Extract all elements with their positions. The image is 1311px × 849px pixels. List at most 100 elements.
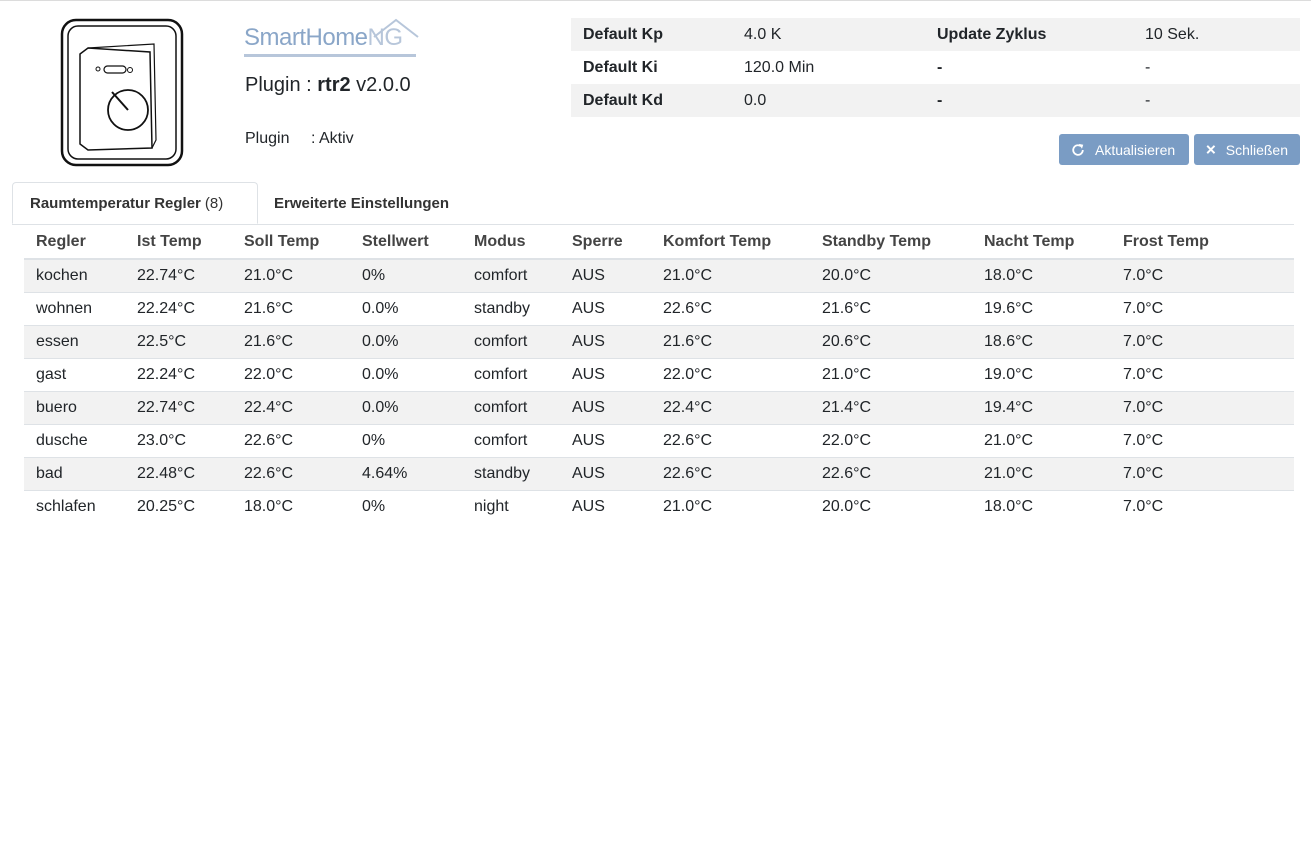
table-cell: 18.0°C (232, 490, 350, 523)
table-cell: 23.0°C (125, 424, 232, 458)
column-header[interactable]: Standby Temp (810, 225, 972, 260)
column-header[interactable]: Frost Temp (1111, 225, 1294, 260)
brand-main: SmartHome (244, 24, 368, 51)
table-cell: AUS (560, 457, 651, 491)
table-cell: comfort (462, 391, 560, 425)
table-row: kochen 22.74°C 21.0°C 0% comfort AUS 21.0°C 20.… (24, 259, 1294, 293)
column-header[interactable]: Stellwert (350, 225, 462, 260)
plugin-version: v2.0.0 (350, 74, 411, 96)
column-header[interactable]: Regler (24, 225, 125, 260)
table-cell: 22.74°C (125, 259, 232, 293)
column-header[interactable]: Modus (462, 225, 560, 260)
table-row: gast 22.24°C 22.0°C 0.0% comfort AUS 22.0°C 21.… (24, 358, 1294, 392)
regler-table: Regler Ist Temp Soll Temp Stellwert Modus Spe… (24, 225, 1294, 523)
params-row: Default Kp 4.0 K Update Zyklus 10 Sek. (571, 18, 1300, 51)
table-cell: 22.6°C (232, 424, 350, 458)
table-row: schlafen 20.25°C 18.0°C 0% night AUS 21.0°C 20.… (24, 490, 1294, 523)
table-cell: 22.74°C (125, 391, 232, 425)
table-cell: 0.0% (350, 391, 462, 425)
table-cell: 22.24°C (125, 358, 232, 392)
param-key: - (937, 58, 943, 76)
table-cell: dusche (24, 424, 125, 458)
table-cell: 22.6°C (651, 424, 810, 458)
table-header-row: Regler Ist Temp Soll Temp Stellwert Modus Spe… (24, 225, 1294, 260)
table-cell: comfort (462, 358, 560, 392)
tab-label: Raumtemperatur Regler (30, 194, 201, 212)
table-cell: 0% (350, 259, 462, 293)
table-cell: 22.0°C (651, 358, 810, 392)
close-label: Schließen (1225, 141, 1288, 158)
plugin-prefix: Plugin : (245, 74, 318, 96)
table-cell: 21.6°C (232, 325, 350, 359)
table-cell: 4.64% (350, 457, 462, 491)
table-cell: 19.0°C (972, 358, 1111, 392)
table-cell: AUS (560, 325, 651, 359)
column-header[interactable]: Komfort Temp (651, 225, 810, 260)
param-value: - (1133, 84, 1300, 117)
param-value: 0.0 (732, 84, 925, 117)
table-cell: 21.0°C (651, 490, 810, 523)
table-cell: 20.0°C (810, 259, 972, 293)
thermostat-icon (58, 18, 186, 168)
plugin-name: rtr2 (317, 74, 351, 96)
table-cell: 22.4°C (232, 391, 350, 425)
status-label: Plugin (245, 130, 290, 147)
column-header[interactable]: Soll Temp (232, 225, 350, 260)
close-button[interactable]: Schließen (1194, 134, 1300, 165)
table-row: buero 22.74°C 22.4°C 0.0% comfort AUS 22.4°C 21… (24, 391, 1294, 425)
roof-icon (373, 18, 419, 38)
table-cell: 7.0°C (1111, 292, 1294, 326)
param-key: Update Zyklus (925, 18, 1133, 51)
param-key: Default Ki (583, 58, 658, 76)
table-cell: 18.6°C (972, 325, 1111, 359)
param-key: Default Kp (571, 18, 732, 51)
table-cell: 0% (350, 490, 462, 523)
table-cell: 7.0°C (1111, 457, 1294, 491)
table-cell: 20.6°C (810, 325, 972, 359)
table-cell: 7.0°C (1111, 424, 1294, 458)
column-header[interactable]: Nacht Temp (972, 225, 1111, 260)
table-cell: 22.0°C (810, 424, 972, 458)
table-cell: 21.6°C (232, 292, 350, 326)
table-cell: schlafen (24, 490, 125, 523)
table-cell: 22.48°C (125, 457, 232, 491)
table-cell: 22.5°C (125, 325, 232, 359)
table-cell: comfort (462, 325, 560, 359)
table-cell: 7.0°C (1111, 325, 1294, 359)
top-divider (0, 0, 1311, 1)
table-cell: 22.6°C (651, 457, 810, 491)
table-cell: 21.0°C (810, 358, 972, 392)
plugin-title: Plugin : rtr2 v2.0.0 (245, 74, 411, 97)
table-cell: gast (24, 358, 125, 392)
param-value: 4.0 K (732, 18, 925, 51)
table-cell: 0.0% (350, 325, 462, 359)
params-row: Default Kd 0.0 - - (571, 84, 1300, 117)
table-cell: night (462, 490, 560, 523)
table-cell: 18.0°C (972, 259, 1111, 293)
param-value: 120.0 Min (744, 58, 815, 76)
tab-count: (8) (204, 194, 224, 212)
column-header[interactable]: Ist Temp (125, 225, 232, 260)
table-cell: 21.0°C (972, 424, 1111, 458)
status-value: : Aktiv (311, 130, 354, 147)
tab-raumtemperatur-regler[interactable]: Raumtemperatur Regler (8) (12, 182, 258, 224)
param-key: Default Kd (571, 84, 732, 117)
table-cell: comfort (462, 259, 560, 293)
table-cell: buero (24, 391, 125, 425)
tab-erweiterte-einstellungen[interactable]: Erweiterte Einstellungen (274, 182, 449, 224)
table-cell: 19.4°C (972, 391, 1111, 425)
close-icon (1206, 145, 1216, 154)
params-table: Default Kp 4.0 K Update Zyklus 10 Sek. D… (571, 18, 1300, 117)
table-cell: AUS (560, 391, 651, 425)
table-cell: 22.6°C (232, 457, 350, 491)
column-header[interactable]: Sperre (560, 225, 651, 260)
table-cell: standby (462, 457, 560, 491)
table-cell: 7.0°C (1111, 490, 1294, 523)
table-cell: 21.4°C (810, 391, 972, 425)
table-cell: 21.0°C (972, 457, 1111, 491)
refresh-button[interactable]: Aktualisieren (1059, 134, 1189, 165)
param-key: - (925, 84, 1133, 117)
table-cell: AUS (560, 292, 651, 326)
refresh-label: Aktualisieren (1095, 141, 1176, 158)
table-cell: 21.0°C (651, 259, 810, 293)
